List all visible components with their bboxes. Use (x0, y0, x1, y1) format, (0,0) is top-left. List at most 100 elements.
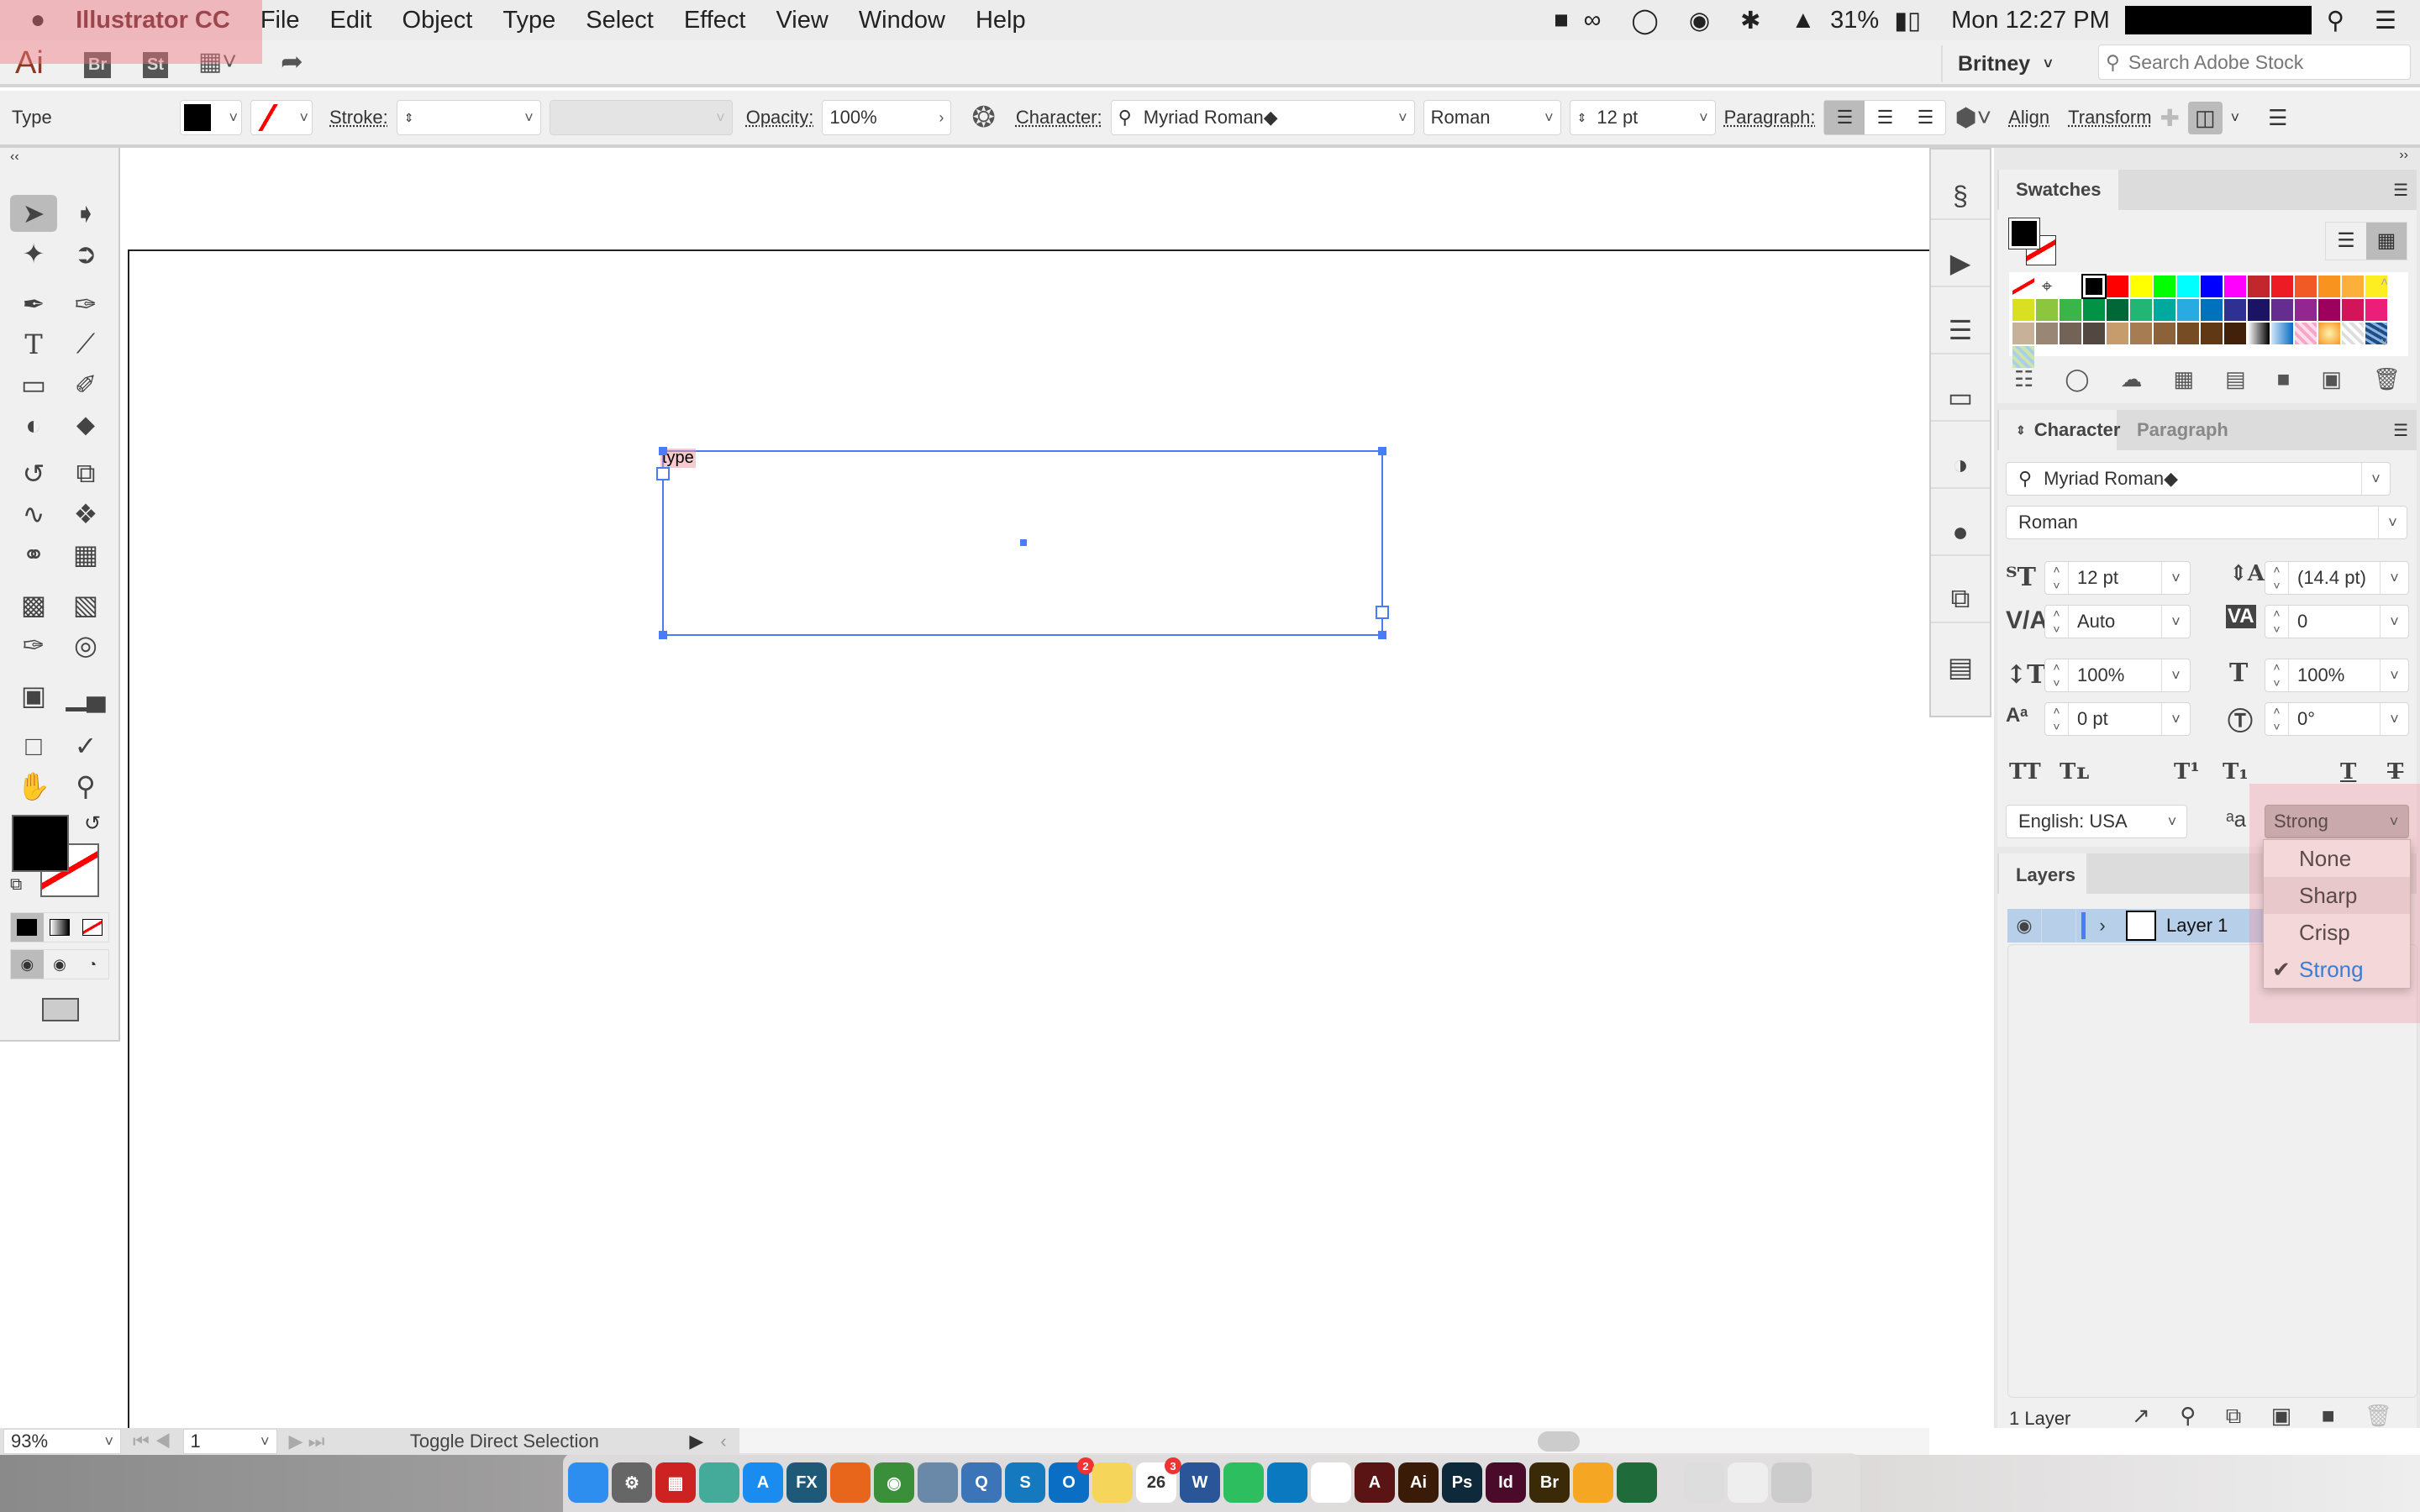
menu-window[interactable]: Window (844, 7, 960, 34)
color-icon[interactable] (11, 913, 44, 942)
menu-help[interactable]: Help (960, 7, 1041, 34)
dock-fx-icon[interactable]: FX (786, 1462, 827, 1503)
language-dropdown[interactable]: English: USA ˅ (2006, 805, 2187, 838)
fill-swatch[interactable] (2008, 218, 2040, 249)
dock-quicktime-icon[interactable]: Q (961, 1462, 1002, 1503)
dock-app-store-icon[interactable]: A (743, 1462, 783, 1503)
menu-item-sharp[interactable]: Sharp (2264, 877, 2410, 914)
snap-icon[interactable]: ◫ (2188, 101, 2223, 134)
search-stock-input[interactable]: ⚲ Search Adobe Stock (2098, 45, 2411, 80)
lock-toggle[interactable] (2041, 909, 2076, 942)
dock-finder-icon[interactable] (568, 1462, 608, 1503)
swatch[interactable] (2295, 323, 2317, 344)
character-label[interactable]: Character: (1016, 107, 1102, 129)
rotation-field[interactable]: ˄ ˅ 0° ˅ (2265, 702, 2409, 736)
perspective-grid-tool-icon[interactable]: ▦ (62, 536, 109, 573)
pathfinder-icon[interactable]: ⧉ (1931, 576, 1990, 623)
visibility-eye-icon[interactable]: ◉ (2007, 915, 2041, 937)
rotate-tool-icon[interactable]: ↺ (10, 455, 57, 492)
slice-tool-icon[interactable]: ✓ (62, 727, 109, 764)
control-menu-icon[interactable]: ☰ (2268, 105, 2287, 131)
swatch[interactable] (2012, 346, 2034, 368)
swatch[interactable] (2107, 323, 2128, 344)
gradient-icon[interactable] (44, 913, 76, 942)
list-view-icon[interactable]: ☰ (2326, 223, 2366, 260)
text-frame[interactable]: type (656, 447, 1389, 639)
dock-chrome-icon[interactable]: ◉ (874, 1462, 914, 1503)
swatch[interactable] (2201, 323, 2223, 344)
show-swatch-kinds-icon[interactable]: ◯ (2065, 366, 2089, 392)
artboard[interactable] (128, 249, 1929, 1428)
tab-character[interactable]: ⇕ Character (1999, 410, 2120, 450)
swatch[interactable] (2248, 323, 2270, 344)
swatch[interactable] (2036, 299, 2058, 321)
swatch[interactable] (2248, 276, 2270, 297)
zoom-tool-icon[interactable]: ⚲ (62, 768, 109, 805)
gradient-tool-icon[interactable]: ▧ (62, 586, 109, 623)
superscript-icon[interactable]: T¹ (2174, 759, 2200, 785)
dock-acrobat-icon[interactable]: A (1355, 1462, 1395, 1503)
font-size-field[interactable]: ˄ ˅ 12 pt ˅ (2044, 561, 2191, 595)
selection-tool-icon[interactable]: ➤ (10, 195, 57, 232)
symbol-sprayer-tool-icon[interactable]: ▣ (10, 677, 57, 714)
swatch[interactable] (2224, 299, 2246, 321)
swatch[interactable] (2295, 276, 2317, 297)
swatch[interactable] (2224, 276, 2246, 297)
disk-icon[interactable]: ◯ (1616, 6, 1673, 35)
next-artboard-icon[interactable]: ▶ ⏭ (289, 1431, 325, 1452)
scroll-left-icon[interactable]: ‹ (720, 1431, 726, 1452)
dock-calendar-icon[interactable]: 26 3 (1136, 1457, 1181, 1503)
swatch[interactable] (2060, 276, 2081, 297)
dock-outlook-icon[interactable]: O2 (1049, 1457, 1094, 1503)
swatch[interactable] (2365, 299, 2387, 321)
envelope-warp-icon[interactable]: ⬢˅ (1954, 103, 1991, 133)
status-menu-icon[interactable]: ▶ (689, 1431, 703, 1452)
swatch[interactable] (2081, 274, 2107, 299)
fill-color-picker[interactable]: ˅ (180, 100, 242, 135)
notification-center-icon[interactable]: ☰ (2360, 6, 2420, 35)
align-right-icon[interactable]: ☰ (1905, 107, 1945, 129)
collapse-icon[interactable]: ›› (2399, 148, 2408, 163)
dock-forticlient-vpn-icon[interactable] (699, 1462, 739, 1503)
swatch-libraries-icon[interactable]: ☷ (2014, 366, 2033, 392)
subscript-icon[interactable]: T₁ (2223, 759, 2249, 785)
menu-object[interactable]: Object (387, 7, 488, 34)
in-port[interactable] (656, 467, 670, 480)
swatch[interactable] (2177, 299, 2199, 321)
scroll-thumb[interactable] (1538, 1431, 1580, 1452)
vertical-scale-field[interactable]: ˄ ˅ 100% ˅ (2044, 659, 2191, 692)
none-icon[interactable] (76, 913, 108, 942)
swatch[interactable] (2012, 323, 2034, 344)
panel-menu-icon[interactable]: ☰ (2393, 420, 2408, 441)
dock-skype-doc-icon[interactable] (1728, 1462, 1768, 1503)
app-menu[interactable]: Illustrator CC (60, 7, 245, 34)
opacity-label[interactable]: Opacity: (746, 107, 814, 129)
default-fill-stroke-icon[interactable]: ⧉ (10, 875, 22, 895)
swatch[interactable] (2318, 276, 2340, 297)
swatch[interactable] (2012, 276, 2034, 297)
recolor-artwork-icon[interactable]: ❂ (971, 101, 996, 134)
stroke-label[interactable]: Stroke: (329, 107, 388, 129)
dock-trello-icon[interactable] (1267, 1462, 1307, 1503)
panel-menu-icon[interactable]: ☰ (2393, 180, 2408, 201)
swatch[interactable] (2083, 299, 2105, 321)
font-style-field[interactable]: Roman ˅ (1423, 100, 1561, 135)
stock-button[interactable]: St (143, 52, 168, 78)
tab-layers[interactable]: Layers (1999, 853, 2086, 897)
actions-icon[interactable]: ▶ (1931, 240, 1990, 287)
eraser-tool-icon[interactable]: ⬥ (62, 407, 109, 444)
delete-swatch-icon[interactable]: 🗑 (2373, 366, 2401, 392)
swatch[interactable] (2036, 323, 2058, 344)
dock-sourcetree-icon[interactable] (1617, 1462, 1657, 1503)
stroke-color-picker[interactable]: ˅ (250, 100, 313, 135)
collapse-icon[interactable]: ‹‹ (10, 150, 19, 165)
dock-reminders-icon[interactable] (1311, 1462, 1351, 1503)
swatch[interactable] (2342, 299, 2364, 321)
dock-trash-icon[interactable] (1771, 1462, 1812, 1503)
swatch[interactable] (2060, 323, 2081, 344)
dock-screenshot-window-icon[interactable] (1684, 1462, 1724, 1503)
swatch[interactable] (2154, 323, 2175, 344)
dock-illustrator-icon[interactable]: Ai (1398, 1462, 1439, 1503)
swatch[interactable] (2107, 299, 2128, 321)
lasso-tool-icon[interactable]: ➲ (62, 235, 109, 272)
